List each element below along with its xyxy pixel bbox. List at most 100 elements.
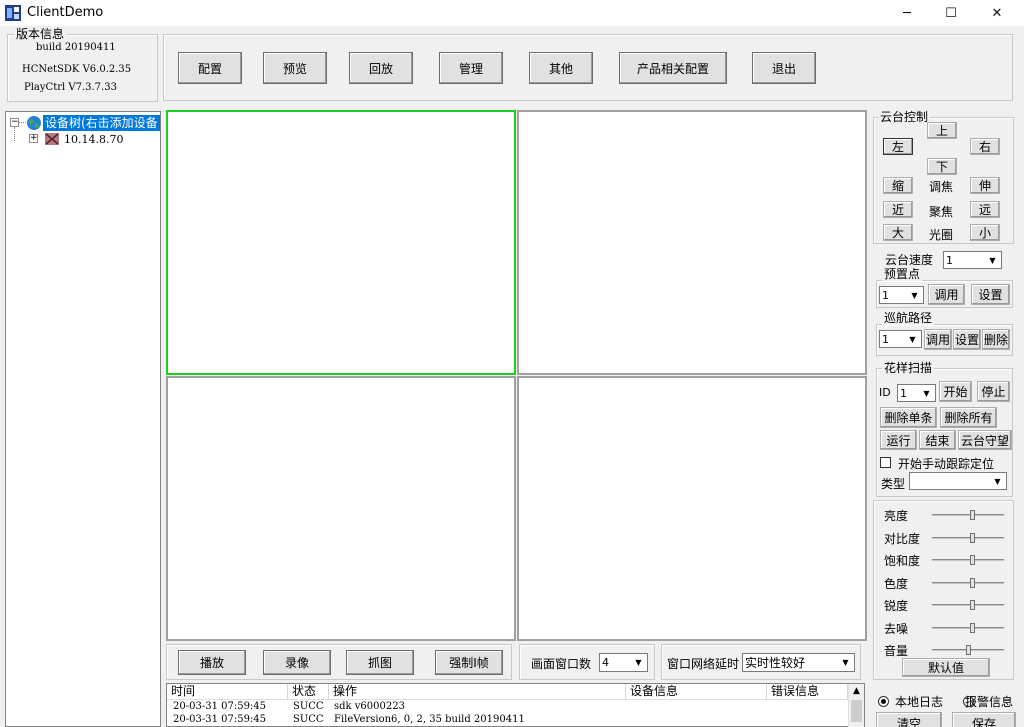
video-window-4[interactable] (517, 376, 867, 641)
video-window-1[interactable] (166, 110, 516, 375)
log-col-status[interactable]: 状态 (288, 684, 329, 700)
preset-set-button[interactable]: 设置 (971, 284, 1010, 305)
device-node[interactable]: 10.14.8.70 (64, 133, 123, 146)
window-title: ClientDemo (27, 5, 104, 20)
preset-select[interactable]: 1 ▼ (879, 286, 924, 304)
image-param-slider[interactable] (932, 559, 1004, 561)
image-param-slider[interactable] (932, 582, 1004, 584)
title-bar[interactable] (0, 0, 1024, 26)
image-param-slider[interactable] (932, 514, 1004, 516)
network-delay-label: 窗口网络延时 (667, 657, 740, 671)
close-button[interactable]: ✕ (974, 0, 1020, 26)
row-status: SUCC (293, 701, 324, 712)
ptz-iris-big-button[interactable]: 大 (883, 224, 913, 241)
video-window-3[interactable] (166, 376, 516, 641)
row-time: 20-03-31 07:59:45 (173, 701, 267, 712)
tree-expand-toggle[interactable]: + (29, 134, 38, 143)
cruise-delete-button[interactable]: 删除 (982, 329, 1010, 350)
record-button[interactable]: 录像 (263, 650, 331, 675)
device-tree-panel[interactable] (5, 111, 161, 727)
ptz-iris-small-button[interactable]: 小 (970, 224, 1000, 241)
ptz-left-button[interactable]: 左 (883, 138, 913, 155)
alarm-info-label: 报警信息 (965, 695, 1014, 709)
product-config-button[interactable]: 产品相关配置 (619, 52, 727, 84)
ptz-focus-far-button[interactable]: 远 (970, 201, 1000, 218)
capture-button[interactable]: 抓图 (346, 650, 414, 675)
window-count-select[interactable]: 4 ▼ (599, 653, 648, 672)
ptz-focus-near-button[interactable]: 近 (883, 201, 913, 218)
table-row[interactable]: 20-03-31 07:59:45 SUCC FileVersion6, 0, … (167, 714, 848, 726)
log-table-header: 时间 状态 操作 设备信息 错误信息 (167, 684, 848, 700)
slider-thumb[interactable] (966, 645, 971, 655)
slider-thumb[interactable] (970, 600, 975, 610)
pattern-stop-button[interactable]: 停止 (977, 381, 1010, 402)
pattern-run-button[interactable]: 运行 (880, 430, 917, 450)
ptz-right-button[interactable]: 右 (970, 138, 1000, 155)
table-row[interactable]: 20-03-31 07:59:45 SUCC sdk v6000223 (167, 701, 848, 713)
local-log-label: 本地日志 (895, 695, 944, 709)
scroll-up-icon[interactable]: ▲ (849, 684, 864, 698)
image-param-slider[interactable] (932, 627, 1004, 629)
device-tree-root[interactable]: 设备树(右击添加设备 (43, 115, 160, 131)
row-operation: sdk v6000223 (334, 701, 405, 712)
pattern-delete-all-button[interactable]: 删除所有 (940, 407, 997, 428)
tree-collapse-toggle[interactable]: − (10, 118, 19, 127)
default-values-button[interactable]: 默认值 (902, 658, 990, 677)
cruise-legend: 巡航路径 (882, 311, 935, 325)
chevron-down-icon: ▼ (909, 334, 916, 344)
clear-log-button[interactable]: 清空 (876, 712, 942, 727)
zoom-label: 调焦 (929, 180, 954, 194)
tree-connector (19, 122, 26, 123)
video-window-2[interactable] (517, 110, 867, 375)
slider-thumb[interactable] (970, 555, 975, 565)
scrollbar-thumb[interactable] (851, 700, 862, 722)
pattern-start-button[interactable]: 开始 (939, 381, 972, 402)
tree-connector (14, 127, 15, 141)
cruise-select[interactable]: 1 ▼ (879, 330, 922, 348)
manual-track-checkbox[interactable] (880, 457, 891, 468)
image-param-label: 锐度 (884, 599, 909, 613)
image-param-slider[interactable] (932, 537, 1004, 539)
ptz-zoom-in-button[interactable]: 缩 (883, 177, 913, 194)
image-param-label: 亮度 (884, 509, 909, 523)
minimize-button[interactable]: ─ (884, 0, 930, 26)
play-button[interactable]: 播放 (178, 650, 246, 675)
preview-button[interactable]: 预览 (263, 52, 327, 84)
pattern-type-select[interactable]: ▼ (909, 472, 1007, 490)
ptz-zoom-out-button[interactable]: 伸 (970, 177, 1000, 194)
slider-thumb[interactable] (970, 510, 975, 520)
config-button[interactable]: 配置 (178, 52, 242, 84)
pattern-end-button[interactable]: 结束 (919, 430, 956, 450)
local-log-radio[interactable] (878, 696, 889, 707)
pattern-id-select[interactable]: 1 ▼ (897, 384, 936, 402)
row-status: SUCC (293, 714, 324, 725)
log-col-error-info[interactable]: 错误信息 (767, 684, 848, 700)
save-log-button[interactable]: 保存 (952, 712, 1016, 727)
playback-button[interactable]: 回放 (349, 52, 413, 84)
log-scrollbar[interactable]: ▲ (848, 684, 864, 727)
ptz-down-button[interactable]: 下 (927, 158, 957, 175)
slider-thumb[interactable] (970, 578, 975, 588)
image-param-slider[interactable] (932, 604, 1004, 606)
pattern-delete-one-button[interactable]: 删除单条 (880, 407, 937, 428)
network-delay-select[interactable]: 实时性较好 ▼ (742, 653, 855, 672)
ptz-guard-button[interactable]: 云台守望 (958, 430, 1012, 450)
row-time: 20-03-31 07:59:45 (173, 714, 267, 725)
force-iframe-button[interactable]: 强制I帧 (435, 650, 503, 675)
ptz-up-button[interactable]: 上 (927, 122, 957, 139)
cruise-set-button[interactable]: 设置 (953, 329, 981, 350)
ptz-speed-select[interactable]: 1 ▼ (943, 251, 1002, 269)
exit-button[interactable]: 退出 (752, 52, 816, 84)
log-col-time[interactable]: 时间 (167, 684, 288, 700)
manage-button[interactable]: 管理 (439, 52, 503, 84)
maximize-button[interactable]: ☐ (928, 0, 974, 26)
cruise-call-button[interactable]: 调用 (924, 329, 952, 350)
other-button[interactable]: 其他 (529, 52, 593, 84)
log-col-operation[interactable]: 操作 (329, 684, 626, 700)
slider-thumb[interactable] (970, 533, 975, 543)
version-info-legend: 版本信息 (14, 27, 67, 41)
log-col-device-info[interactable]: 设备信息 (626, 684, 767, 700)
slider-thumb[interactable] (970, 623, 975, 633)
focus-label: 聚焦 (929, 205, 954, 219)
preset-call-button[interactable]: 调用 (928, 284, 965, 305)
